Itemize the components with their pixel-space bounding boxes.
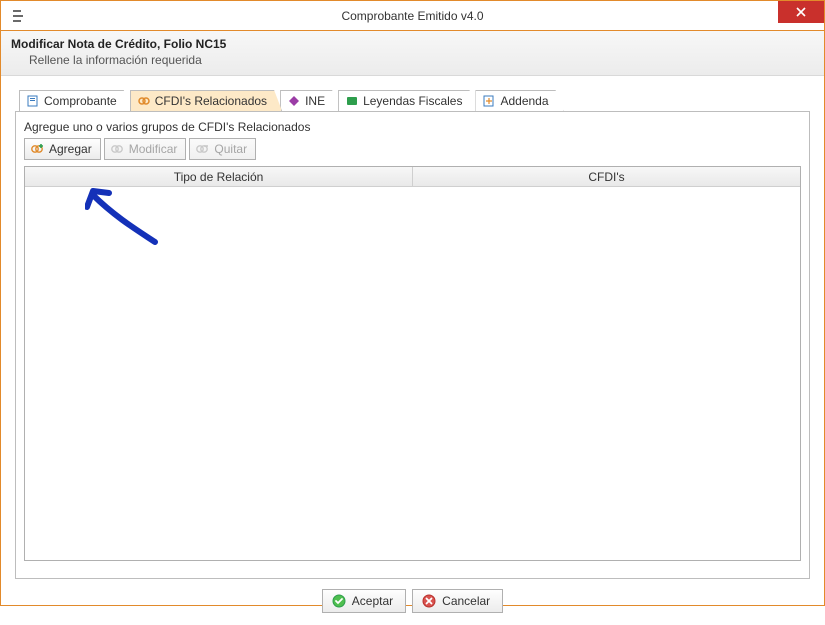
tabs-row: Comprobante CFDI's Relacionados INE Leye… <box>19 90 810 111</box>
tab-addenda[interactable]: Addenda <box>475 90 563 111</box>
aceptar-button[interactable]: Aceptar <box>322 589 406 613</box>
tab-leyendas-fiscales[interactable]: Leyendas Fiscales <box>338 90 477 111</box>
cfdis-grid: Tipo de Relación CFDI's <box>24 166 801 561</box>
tab-label: Addenda <box>500 94 548 108</box>
note-icon <box>345 94 359 108</box>
header-title: Modificar Nota de Crédito, Folio NC15 <box>11 37 814 51</box>
tab-label: CFDI's Relacionados <box>155 94 267 108</box>
add-icon <box>29 141 45 157</box>
link-icon <box>137 94 151 108</box>
window-titlebar: Comprobante Emitido v4.0 <box>1 1 824 31</box>
grid-header: Tipo de Relación CFDI's <box>25 167 800 187</box>
toolbar: Agregar Modificar Quitar <box>24 138 801 160</box>
close-icon <box>796 7 806 17</box>
header-strip: Modificar Nota de Crédito, Folio NC15 Re… <box>1 31 824 76</box>
remove-icon <box>194 141 210 157</box>
button-label: Agregar <box>49 142 92 156</box>
modificar-button: Modificar <box>104 138 187 160</box>
tab-cfdis-relacionados[interactable]: CFDI's Relacionados <box>130 90 282 111</box>
column-tipo-relacion[interactable]: Tipo de Relación <box>25 167 413 186</box>
window-close-button[interactable] <box>778 1 824 23</box>
accept-icon <box>331 593 347 609</box>
diamond-icon <box>287 94 301 108</box>
content-area: Comprobante CFDI's Relacionados INE Leye… <box>1 76 824 579</box>
cancel-icon <box>421 593 437 609</box>
button-label: Quitar <box>214 142 247 156</box>
addenda-icon <box>482 94 496 108</box>
grid-body <box>25 187 800 560</box>
cancelar-button[interactable]: Cancelar <box>412 589 503 613</box>
tab-label: Comprobante <box>44 94 117 108</box>
tab-comprobante[interactable]: Comprobante <box>19 90 132 111</box>
agregar-button[interactable]: Agregar <box>24 138 101 160</box>
annotation-arrow-icon <box>85 187 185 247</box>
header-subtitle: Rellene la información requerida <box>29 53 814 67</box>
tab-label: Leyendas Fiscales <box>363 94 462 108</box>
quitar-button: Quitar <box>189 138 256 160</box>
column-cfdis[interactable]: CFDI's <box>413 167 800 186</box>
edit-icon <box>109 141 125 157</box>
panel-instruction: Agregue uno o varios grupos de CFDI's Re… <box>24 120 801 134</box>
tab-label: INE <box>305 94 325 108</box>
app-icon <box>9 7 27 25</box>
button-label: Modificar <box>129 142 178 156</box>
tab-panel-cfdis: Agregue uno o varios grupos de CFDI's Re… <box>15 111 810 579</box>
tab-ine[interactable]: INE <box>280 90 340 111</box>
document-icon <box>26 94 40 108</box>
window-title: Comprobante Emitido v4.0 <box>1 9 824 23</box>
dialog-footer: Aceptar Cancelar <box>1 579 824 625</box>
